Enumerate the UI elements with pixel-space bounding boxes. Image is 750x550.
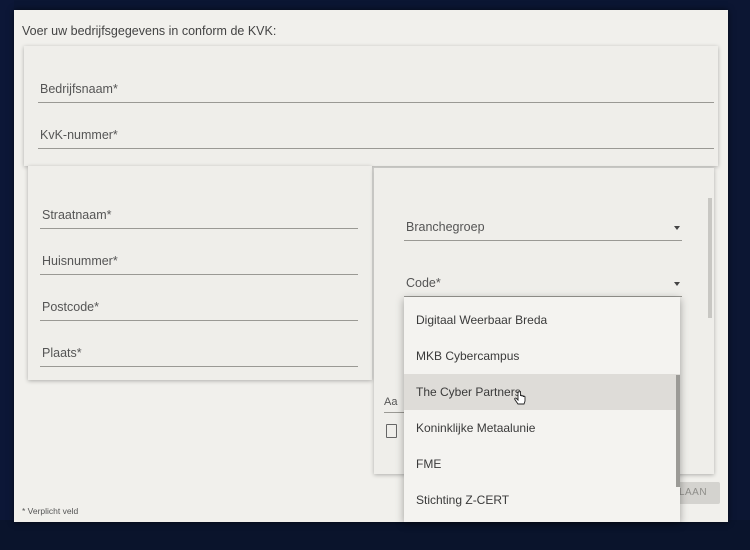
dropdown-option[interactable]: Digitaal Weerbaar Breda [404,302,680,338]
kvk-number-field[interactable]: KvK-nummer* [38,122,714,149]
code-select[interactable]: Code* [404,270,682,297]
address-card: Straatnaam* Huisnummer* Postcode* Plaats… [28,166,372,380]
intro-text: Voer uw bedrijfsgegevens in conform de K… [22,24,277,38]
dropdown-scrollbar[interactable] [676,375,680,487]
branch-group-dropdown-arrow-icon [674,226,680,230]
house-number-label: Huisnummer* [42,254,118,268]
city-field[interactable]: Plaats* [40,340,358,367]
company-card: Bedrijfsnaam* KvK-nummer* [24,46,718,166]
company-name-field[interactable]: Bedrijfsnaam* [38,76,714,103]
kvk-number-label: KvK-nummer* [40,128,118,142]
street-label: Straatnaam* [42,208,112,222]
hand-pointer-icon [514,390,526,409]
branch-group-select[interactable]: Branchegroep [404,214,682,241]
monitor-bezel-right [728,0,750,550]
checkbox[interactable] [386,424,397,438]
dropdown-option[interactable]: Stichting Z-CERT [404,482,680,518]
card-scrollbar[interactable] [708,198,712,318]
dropdown-option[interactable]: Koninklijke Metaalunie [404,410,680,446]
company-name-label: Bedrijfsnaam* [40,82,118,96]
house-number-field[interactable]: Huisnummer* [40,248,358,275]
dropdown-option-hovered[interactable]: The Cyber Partners [404,374,680,410]
required-field-note: * Verplicht veld [22,506,79,516]
partial-number-label: Aa [384,396,398,408]
dropdown-option[interactable]: FME [404,446,680,482]
code-label: Code* [406,276,441,290]
monitor-bezel-left [0,0,14,550]
monitor-bezel-bottom [0,520,750,550]
city-label: Plaats* [42,346,82,360]
branch-group-label: Branchegroep [406,220,485,234]
postcode-field[interactable]: Postcode* [40,294,358,321]
code-dropdown-arrow-icon [674,282,680,286]
postcode-label: Postcode* [42,300,99,314]
dropdown-option[interactable]: MKB Cybercampus [404,338,680,374]
code-dropdown-menu: Digitaal Weerbaar Breda MKB Cybercampus … [404,297,680,522]
street-field[interactable]: Straatnaam* [40,202,358,229]
